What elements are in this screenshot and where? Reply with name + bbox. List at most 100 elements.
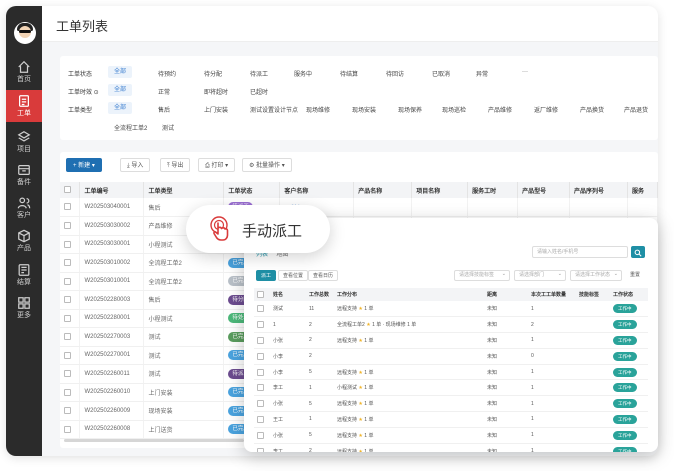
row-checkbox[interactable]: [60, 327, 81, 347]
row-checkbox[interactable]: [60, 253, 81, 273]
row-checkbox[interactable]: [60, 346, 81, 365]
row-checkbox[interactable]: [60, 216, 81, 236]
batch-button[interactable]: ⚙ 批量操作 ▾: [242, 158, 292, 172]
sidebar-item-parts[interactable]: 备件: [6, 159, 42, 191]
filter-option[interactable]: 即将超时: [204, 87, 228, 96]
select-all-checkbox[interactable]: [60, 182, 81, 198]
filter-option[interactable]: 返厂维修: [534, 105, 558, 114]
table-row[interactable]: 小张 5 远程支持 ★ 1 单未知 1 工作中: [254, 395, 648, 413]
print-button[interactable]: ⎙ 打印 ▾: [198, 158, 236, 172]
filter-option[interactable]: 全部: [108, 66, 133, 78]
column-header[interactable]: 客户名称: [279, 182, 355, 198]
row-checkbox[interactable]: [60, 272, 81, 291]
filter-option[interactable]: 测试: [162, 123, 174, 132]
table-row[interactable]: 1 2 全流程工单2 ★ 1 单 · 现场维修 1 单未知 2 工作中: [254, 316, 648, 334]
column-header[interactable]: 项目名称: [411, 182, 469, 198]
filter-option[interactable]: 现场巡检: [442, 105, 466, 114]
column-header[interactable]: 工单类型: [143, 182, 225, 198]
view-location-button[interactable]: 查看位置: [278, 270, 309, 281]
department-select[interactable]: 请选择部门: [514, 270, 566, 281]
row-checkbox[interactable]: [60, 420, 81, 439]
sidebar-item-projects[interactable]: 项目: [6, 126, 42, 158]
filter-option[interactable]: 异常: [476, 69, 488, 78]
row-checkbox[interactable]: [254, 411, 270, 428]
sidebar-item-workorders[interactable]: 工单: [6, 90, 42, 122]
filter-option[interactable]: 已取消: [432, 69, 450, 78]
row-checkbox[interactable]: [60, 235, 81, 254]
filter-option[interactable]: 待派工: [250, 69, 268, 78]
sidebar-item-home[interactable]: 首页: [6, 56, 42, 88]
filter-option[interactable]: 测试设置设计节点: [250, 105, 298, 114]
column-header[interactable]: 服务: [627, 182, 658, 198]
table-row[interactable]: 小李 5 远程支持 ★ 1 单未知 1 工作中: [254, 364, 648, 381]
avatar[interactable]: [14, 22, 36, 44]
reset-button[interactable]: 重置: [626, 270, 645, 281]
row-checkbox[interactable]: [254, 301, 270, 318]
row-checkbox[interactable]: [254, 395, 270, 413]
row-checkbox[interactable]: [254, 332, 270, 349]
row-checkbox[interactable]: [60, 290, 81, 310]
sidebar-item-settlement[interactable]: 结算: [6, 259, 42, 291]
table-row[interactable]: 测试 11 远程支持 ★ 1 单未知 1 工作中: [254, 301, 648, 318]
table-row[interactable]: 李工 2 远程支持 ★ 1 单未知 1 工作中: [254, 443, 648, 452]
cell-count: 1: [528, 443, 576, 452]
staff-search-input[interactable]: 请输入姓名/手机号: [532, 246, 628, 258]
filter-option[interactable]: 全流程工单2: [114, 123, 147, 132]
row-checkbox[interactable]: [254, 443, 270, 452]
column-header[interactable]: 产品名称: [353, 182, 413, 198]
filter-option[interactable]: 售后: [158, 105, 170, 114]
row-checkbox[interactable]: [60, 401, 81, 421]
filter-option[interactable]: 现场安装: [352, 105, 376, 114]
sidebar-item-more[interactable]: 更多: [6, 292, 42, 324]
filter-option[interactable]: 全部: [108, 84, 133, 96]
cell-type: 全流程工单2: [143, 272, 225, 291]
filter-option[interactable]: 上门安装: [204, 105, 228, 114]
row-checkbox[interactable]: [254, 379, 270, 397]
filter-option[interactable]: 现场保养: [398, 105, 422, 114]
search-button[interactable]: [631, 246, 645, 258]
table-row[interactable]: W202503040001售后待派工王所有: [60, 198, 658, 217]
row-checkbox[interactable]: [60, 198, 81, 217]
row-checkbox[interactable]: [254, 348, 270, 365]
sidebar-item-products[interactable]: 产品: [6, 225, 42, 257]
filter-option[interactable]: 待回访: [386, 69, 404, 78]
sidebar-item-customers[interactable]: 客户: [6, 192, 42, 224]
row-checkbox[interactable]: [254, 427, 270, 444]
filter-more[interactable]: ···: [522, 69, 528, 75]
import-button[interactable]: ⤓ 导入: [120, 158, 151, 172]
new-button[interactable]: + 新建 ▾: [66, 158, 102, 172]
row-checkbox[interactable]: [60, 309, 81, 328]
filter-option[interactable]: 待预约: [158, 69, 176, 78]
row-checkbox[interactable]: [60, 383, 81, 402]
table-row[interactable]: 小李 2 未知 0 工作中: [254, 348, 648, 365]
column-header[interactable]: 产品序列号: [569, 182, 628, 198]
filter-option[interactable]: 产品换货: [580, 105, 604, 114]
filter-option[interactable]: 待结算: [340, 69, 358, 78]
filter-option[interactable]: 服务中: [294, 69, 312, 78]
column-header[interactable]: 工单状态: [223, 182, 281, 198]
table-row[interactable]: 小张 5 远程支持 ★ 1 单未知 1 工作中: [254, 427, 648, 444]
filter-option[interactable]: 已超时: [250, 87, 268, 96]
horizontal-scrollbar[interactable]: [64, 439, 244, 442]
row-checkbox[interactable]: [254, 316, 270, 334]
column-header[interactable]: 产品型号: [517, 182, 571, 198]
filter-option[interactable]: 全部: [108, 102, 133, 114]
filter-option[interactable]: 产品维修: [488, 105, 512, 114]
column-header[interactable]: 工单编号: [79, 182, 145, 198]
filter-option[interactable]: 产品退货: [624, 105, 648, 114]
filter-option[interactable]: 正常: [158, 87, 170, 96]
export-button[interactable]: ⤒ 导出: [160, 158, 191, 172]
column-header[interactable]: 服务工时: [467, 182, 519, 198]
table-row[interactable]: 王工 1 远程支持 ★ 1 单未知 1 工作中: [254, 411, 648, 428]
row-checkbox[interactable]: [254, 364, 270, 381]
skill-tag-select[interactable]: 请选择技能标签: [454, 270, 510, 281]
row-checkbox[interactable]: [60, 364, 81, 384]
select-all-checkbox[interactable]: [254, 288, 270, 301]
table-row[interactable]: 李工 1 小程测试 ★ 1 单未知 1 工作中: [254, 379, 648, 397]
dispatch-button[interactable]: 派工: [256, 270, 277, 281]
filter-option[interactable]: 现场维修: [306, 105, 330, 114]
view-calendar-button[interactable]: 查看日历: [308, 270, 339, 281]
filter-option[interactable]: 待分配: [204, 69, 222, 78]
table-row[interactable]: 小张 2 远程支持 ★ 1 单未知 1 工作中: [254, 332, 648, 349]
work-status-select[interactable]: 请选择工作状态: [570, 270, 622, 281]
